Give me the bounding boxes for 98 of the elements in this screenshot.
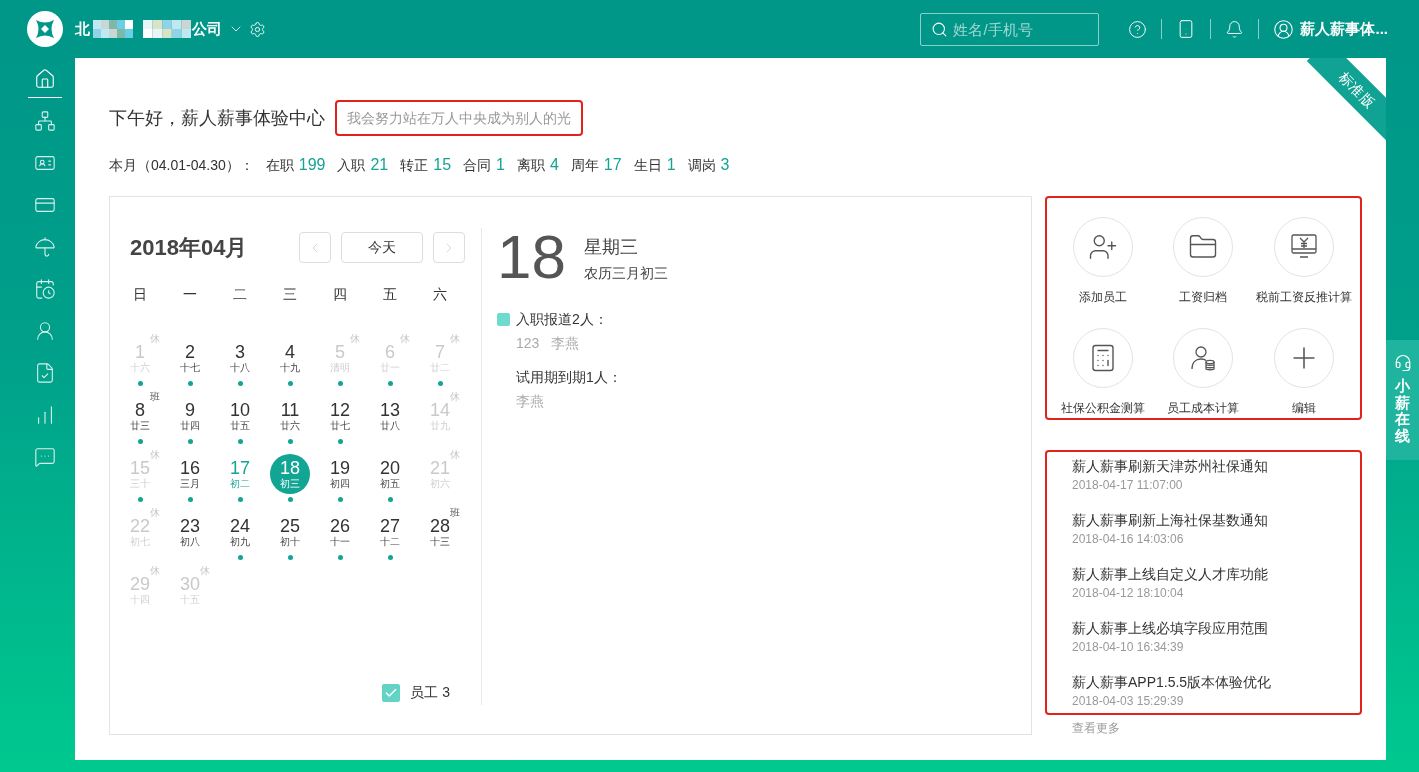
stat-label: 在职 xyxy=(265,156,294,175)
day-type-tag: 班 xyxy=(150,391,160,403)
previous-month-button[interactable] xyxy=(299,232,331,263)
news-title-link[interactable]: 薪人薪事刷新上海社保基数通知 xyxy=(1072,510,1268,530)
search-icon xyxy=(931,20,949,38)
stat-label: 转正 xyxy=(400,156,429,175)
calendar-day[interactable]: 12 廿七 xyxy=(320,396,360,436)
news-time: 2018-04-03 15:29:39 xyxy=(1072,693,1184,709)
employee-checkbox[interactable] xyxy=(382,684,401,702)
weekday-label: 五 xyxy=(382,285,398,304)
quick-action-button[interactable]: 员工成本计算 xyxy=(1153,328,1254,415)
chat-bubble-icon xyxy=(34,446,56,468)
stat-value: 1 xyxy=(496,155,505,175)
company-name: 公司 xyxy=(192,19,222,39)
selected-day-number: 18 xyxy=(497,227,566,287)
stat-value: 3 xyxy=(720,155,730,175)
weekday-label: 六 xyxy=(432,285,448,304)
calendar-day[interactable]: 4 十九 xyxy=(270,338,310,378)
calendar-day[interactable]: 19 初四 xyxy=(320,454,360,494)
calendar-day[interactable]: 2 十七 xyxy=(170,338,210,378)
calendar-day[interactable]: 3 十八 xyxy=(220,338,260,378)
stat-value: 4 xyxy=(549,155,559,175)
weekday-label: 三 xyxy=(282,285,298,304)
quick-action-button[interactable]: 工资归档 xyxy=(1153,217,1254,304)
quick-action-button[interactable]: 添加员工 xyxy=(1053,217,1154,304)
news-title-link[interactable]: 薪人薪事刷新天津苏州社保通知 xyxy=(1072,456,1268,476)
calendar-day[interactable]: 13 廿八 xyxy=(370,396,410,436)
edition-ribbon: 标准版 xyxy=(1306,58,1386,141)
next-month-button[interactable] xyxy=(433,232,465,263)
quick-action-button[interactable]: 编辑 xyxy=(1253,328,1354,415)
calendar-day[interactable]: 11 廿六 xyxy=(270,396,310,436)
stat-value: 199 xyxy=(298,155,326,175)
stat-value: 21 xyxy=(370,155,389,175)
house-icon xyxy=(34,68,56,90)
weekday-label: 四 xyxy=(332,285,348,304)
event-group-title: 入职报道2人： xyxy=(516,310,608,329)
news-time: 2018-04-17 11:07:00 xyxy=(1072,477,1183,493)
lunar-date: 农历三月初三 xyxy=(583,264,668,283)
settings-icon xyxy=(249,20,266,38)
settings-button[interactable] xyxy=(249,20,266,38)
today-button[interactable]: 今天 xyxy=(341,232,423,263)
news-time: 2018-04-16 14:03:06 xyxy=(1072,531,1184,547)
news-title-link[interactable]: 薪人薪事上线必填字段应用范围 xyxy=(1072,618,1268,638)
logo-icon xyxy=(27,11,63,47)
notifications-button[interactable] xyxy=(1225,19,1245,39)
calendar-day[interactable]: 27 十二 xyxy=(370,512,410,552)
news-title-link[interactable]: 薪人薪事上线自定义人才库功能 xyxy=(1072,564,1268,584)
event-group-title: 试用期到期1人： xyxy=(516,368,622,387)
document-check-icon xyxy=(34,362,56,384)
weekday-name: 星期三 xyxy=(583,236,639,259)
employee-name: 李燕 xyxy=(516,392,544,411)
greeting-text: 下午好，薪人薪事体验中心 xyxy=(109,107,325,130)
org-chart-icon xyxy=(34,110,56,132)
stat-label: 合同 xyxy=(463,156,492,175)
stat-value: 1 xyxy=(666,155,676,175)
quick-action-button[interactable]: 社保公积金测算 xyxy=(1053,328,1154,415)
calendar-day[interactable]: 20 初五 xyxy=(370,454,410,494)
calendar-day[interactable]: 26 十一 xyxy=(320,512,360,552)
stat-label: 周年 xyxy=(570,156,599,175)
person-icon xyxy=(34,320,56,342)
user-avatar-icon xyxy=(1273,18,1295,40)
news-time: 2018-04-12 18:10:04 xyxy=(1072,585,1184,601)
help-icon xyxy=(1128,19,1148,39)
umbrella-icon xyxy=(34,236,56,258)
calendar-day[interactable]: 23 初八 xyxy=(170,512,210,552)
search-field[interactable]: 姓名/手机号 xyxy=(920,12,1100,46)
quick-action-button[interactable]: 税前工资反推计算 xyxy=(1253,217,1354,304)
calendar-clock-icon xyxy=(34,278,56,300)
employee-name: 李燕 xyxy=(551,334,580,353)
calculator-icon xyxy=(1073,328,1134,388)
calendar-month-title: 2018年04月 xyxy=(130,233,248,262)
employee-name: 123 xyxy=(516,334,540,353)
month-range-label: 本月（04.01-04.30）： xyxy=(109,156,254,175)
weekday-label: 二 xyxy=(232,285,248,304)
company-name: 北 xyxy=(75,19,90,39)
user-menu-button[interactable]: 薪人薪事体... xyxy=(1273,18,1388,40)
filter-label: 员工 3 xyxy=(410,684,450,702)
calendar-day[interactable]: 24 初九 xyxy=(220,512,260,552)
calendar-day[interactable]: 9 廿四 xyxy=(170,396,210,436)
check-icon xyxy=(384,686,399,700)
motto-text: 我会努力站在万人中央成为别人的光 xyxy=(335,100,583,136)
stat-label: 入职 xyxy=(337,156,366,175)
stat-label: 离职 xyxy=(516,156,545,175)
calendar-day[interactable]: 16 三月 xyxy=(170,454,210,494)
news-title-link[interactable]: 薪人薪事APP1.5.5版本体验优化 xyxy=(1072,672,1272,692)
news-time: 2018-04-10 16:34:39 xyxy=(1072,639,1184,655)
stat-label: 生日 xyxy=(633,156,662,175)
calendar-day[interactable]: 10 廿五 xyxy=(220,396,260,436)
headset-icon xyxy=(1393,354,1412,372)
bell-icon xyxy=(1225,19,1245,39)
stat-label: 调岗 xyxy=(687,156,716,175)
calendar-day[interactable]: 25 初十 xyxy=(270,512,310,552)
stat-value: 15 xyxy=(433,155,452,175)
weekday-label: 日 xyxy=(132,285,148,304)
stat-value: 17 xyxy=(603,155,622,175)
weekday-label: 一 xyxy=(182,285,198,304)
day-type-tag: 班 xyxy=(450,507,460,519)
help-button[interactable] xyxy=(1128,19,1148,39)
